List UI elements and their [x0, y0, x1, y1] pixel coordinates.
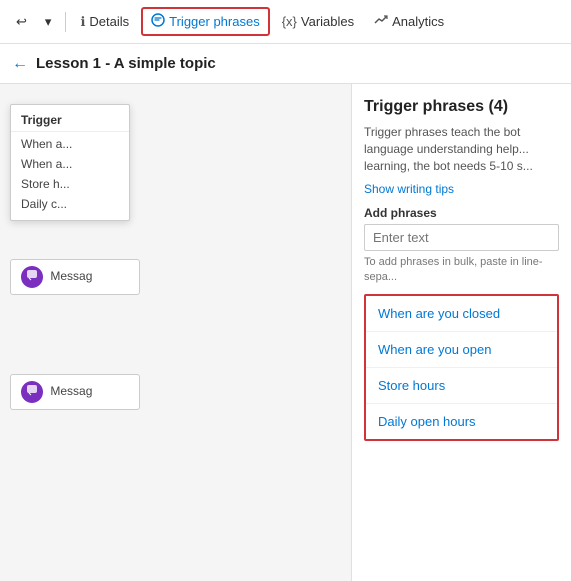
- dropdown-item-0[interactable]: When a...: [11, 134, 129, 154]
- message-icon-1: [21, 266, 43, 288]
- back-button[interactable]: ←: [12, 55, 28, 73]
- show-tips-link[interactable]: Show writing tips: [364, 182, 559, 196]
- info-icon: ℹ: [80, 14, 85, 30]
- message-icon-2: [21, 381, 43, 403]
- phrase-item-0[interactable]: When are you closed: [366, 296, 557, 332]
- add-phrases-label: Add phrases: [364, 206, 559, 220]
- dropdown-item-2[interactable]: Store h...: [11, 174, 129, 194]
- trigger-dropdown: Trigger When a... When a... Store h... D…: [10, 104, 130, 221]
- variables-label: Variables: [301, 14, 354, 29]
- dropdown-item-3[interactable]: Daily c...: [11, 194, 129, 214]
- phrases-list: When are you closed When are you open St…: [364, 294, 559, 441]
- canvas-area[interactable]: Trigger When a... When a... Store h... D…: [0, 84, 351, 581]
- canvas-node-1[interactable]: Messag: [10, 259, 140, 295]
- add-hint-text: To add phrases in bulk, paste in line-se…: [364, 255, 559, 284]
- trigger-dropdown-header: Trigger: [11, 111, 129, 132]
- toolbar-separator: [65, 12, 66, 32]
- enter-text-input[interactable]: [364, 224, 559, 251]
- panel-title: Trigger phrases (4): [364, 98, 559, 116]
- undo-button[interactable]: ↩: [8, 10, 35, 34]
- page-title: Lesson 1 - A simple topic: [36, 55, 216, 72]
- phrase-item-1[interactable]: When are you open: [366, 332, 557, 368]
- main-area: Trigger When a... When a... Store h... D…: [0, 84, 571, 581]
- undo-more-button[interactable]: ▾: [37, 10, 60, 34]
- panel-description: Trigger phrases teach the bot language u…: [364, 124, 559, 174]
- chevron-down-icon: ▾: [45, 14, 52, 30]
- breadcrumb: ← Lesson 1 - A simple topic: [0, 44, 571, 84]
- right-panel: Trigger phrases (4) Trigger phrases teac…: [351, 84, 571, 581]
- variables-icon: {x}: [282, 14, 297, 29]
- dropdown-item-1[interactable]: When a...: [11, 154, 129, 174]
- canvas-node-2[interactable]: Messag: [10, 374, 140, 410]
- undo-icon: ↩: [16, 14, 27, 30]
- details-label: Details: [89, 14, 129, 29]
- phrase-item-3[interactable]: Daily open hours: [366, 404, 557, 439]
- canvas-node-1-label: Messag: [50, 269, 92, 283]
- toolbar: ↩ ▾ ℹ Details Trigger phrases {x} Variab…: [0, 0, 571, 44]
- analytics-button[interactable]: Analytics: [366, 9, 452, 34]
- phrase-item-2[interactable]: Store hours: [366, 368, 557, 404]
- trigger-phrases-label: Trigger phrases: [169, 14, 260, 29]
- canvas-node-2-label: Messag: [50, 384, 92, 398]
- analytics-chart-icon: [374, 13, 388, 30]
- analytics-label: Analytics: [392, 14, 444, 29]
- undo-group: ↩ ▾: [8, 10, 59, 34]
- trigger-icon: [151, 13, 165, 30]
- trigger-phrases-button[interactable]: Trigger phrases: [141, 7, 270, 36]
- variables-button[interactable]: {x} Variables: [274, 10, 362, 33]
- details-button[interactable]: ℹ Details: [72, 10, 137, 34]
